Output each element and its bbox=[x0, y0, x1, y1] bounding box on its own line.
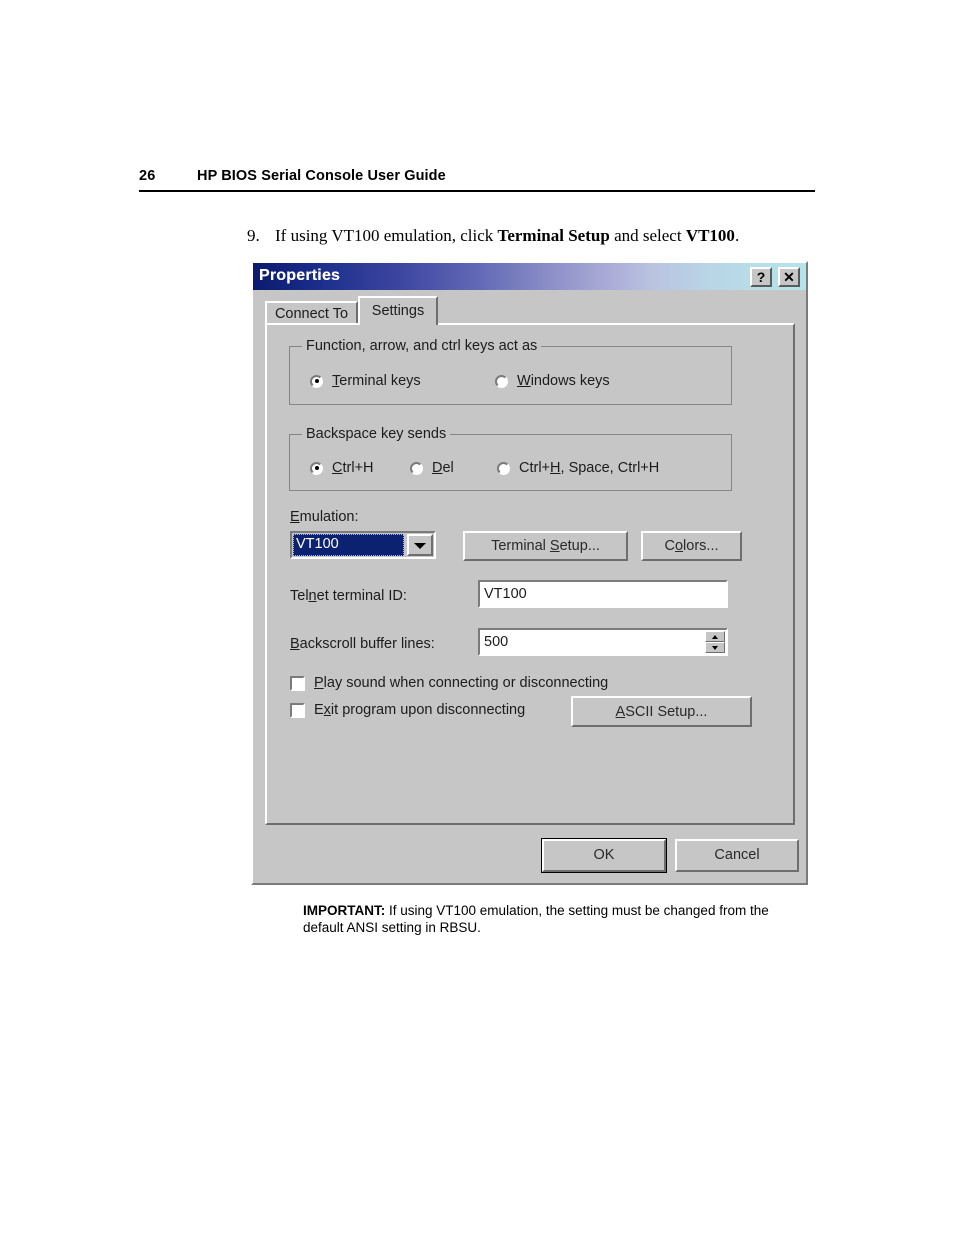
terminal-setup-button[interactable]: Terminal Setup... bbox=[463, 531, 628, 561]
page-number: 26 bbox=[139, 168, 156, 184]
tab-settings[interactable]: Settings bbox=[358, 296, 438, 325]
radio-unselected-icon bbox=[410, 461, 423, 475]
spinner-up-icon[interactable] bbox=[705, 631, 725, 642]
radio-ctrl-h-space-label: Ctrl+H, Space, Ctrl+H bbox=[519, 460, 659, 476]
help-icon[interactable]: ? bbox=[750, 267, 772, 287]
label-rest: indows keys bbox=[530, 373, 610, 389]
radio-windows-keys[interactable]: Windows keys bbox=[495, 373, 610, 389]
tab-connect-to[interactable]: Connect To bbox=[265, 301, 358, 325]
label-rest: erminal keys bbox=[339, 373, 421, 389]
label-pre: Ctrl+ bbox=[519, 460, 551, 476]
radio-windows-keys-label: Windows keys bbox=[517, 373, 610, 389]
step-text-3: . bbox=[734, 226, 740, 245]
telnet-terminal-id-input[interactable]: VT100 bbox=[478, 580, 728, 608]
accel-char: A bbox=[615, 704, 626, 720]
colors-button[interactable]: Colors... bbox=[641, 531, 742, 561]
label-pre: Terminal bbox=[491, 538, 550, 554]
label-rest: lors... bbox=[683, 538, 719, 554]
emulation-label: Emulation: bbox=[290, 509, 359, 525]
telnet-terminal-id-label: Telnet terminal ID: bbox=[290, 588, 407, 604]
properties-dialog: Properties ? ✕ Connect To Settings Funct… bbox=[251, 261, 808, 885]
checkbox-play-sound[interactable]: Play sound when connecting or disconnect… bbox=[290, 675, 608, 691]
dialog-title: Properties bbox=[259, 267, 341, 284]
accel-char: B bbox=[290, 636, 300, 652]
important-label: IMPORTANT: bbox=[303, 903, 386, 918]
radio-terminal-keys-label: Terminal keys bbox=[332, 373, 421, 389]
radio-del[interactable]: Del bbox=[410, 460, 454, 476]
settings-tab-panel: Function, arrow, and ctrl keys act as Te… bbox=[265, 323, 795, 825]
group-function-keys-legend: Function, arrow, and ctrl keys act as bbox=[302, 338, 542, 354]
step-paragraph: 9. If using VT100 emulation, click Termin… bbox=[247, 225, 807, 247]
label-rest: et terminal ID: bbox=[316, 588, 407, 604]
spinner-down-icon[interactable] bbox=[705, 642, 725, 653]
accel-char: n bbox=[308, 588, 317, 604]
group-backspace-legend: Backspace key sends bbox=[302, 426, 451, 442]
step-bold-vt100: VT100 bbox=[685, 226, 735, 245]
radio-unselected-icon bbox=[497, 461, 510, 475]
checkbox-unchecked-icon bbox=[290, 675, 305, 691]
label-rest: el bbox=[442, 460, 454, 476]
label-pre: Tel bbox=[290, 588, 309, 604]
radio-del-label: Del bbox=[432, 460, 454, 476]
label-rest: SCII Setup... bbox=[625, 704, 708, 720]
radio-ctrl-h-space-ctrl-h[interactable]: Ctrl+H, Space, Ctrl+H bbox=[497, 460, 659, 476]
backscroll-buffer-lines-input[interactable]: 500 bbox=[478, 628, 728, 656]
accel-char: E bbox=[290, 509, 300, 525]
group-backspace-key-sends: Backspace key sends Ctrl+H Del Ctrl+H, S… bbox=[289, 426, 732, 491]
label-rest: ackscroll buffer lines: bbox=[299, 636, 435, 652]
tab-strip: Connect To Settings bbox=[265, 296, 795, 325]
accel-char: D bbox=[432, 460, 443, 476]
label-pre: C bbox=[664, 538, 675, 554]
step-number: 9. bbox=[247, 226, 260, 245]
radio-selected-icon bbox=[310, 461, 323, 475]
step-bold-terminal-setup: Terminal Setup bbox=[497, 226, 610, 245]
group-function-keys: Function, arrow, and ctrl keys act as Te… bbox=[289, 338, 732, 405]
step-text-2: and select bbox=[609, 226, 686, 245]
radio-ctrl-h[interactable]: Ctrl+H bbox=[310, 460, 374, 476]
label-rest: lay sound when connecting or disconnecti… bbox=[323, 675, 609, 691]
chevron-down-icon[interactable] bbox=[407, 534, 433, 556]
accel-char: C bbox=[332, 460, 343, 476]
step-text-1: If using VT100 emulation, click bbox=[275, 226, 498, 245]
radio-terminal-keys[interactable]: Terminal keys bbox=[310, 373, 421, 389]
ok-button[interactable]: OK bbox=[541, 838, 667, 873]
checkbox-exit-program[interactable]: Exit program upon disconnecting bbox=[290, 702, 525, 718]
accel-char: P bbox=[314, 675, 324, 691]
label-rest: trl+H bbox=[342, 460, 374, 476]
emulation-selected-value: VT100 bbox=[293, 534, 404, 556]
label-rest: etup... bbox=[559, 538, 600, 554]
radio-unselected-icon bbox=[495, 374, 508, 388]
accel-char: H bbox=[550, 460, 561, 476]
important-note: IMPORTANT: If using VT100 emulation, the… bbox=[303, 902, 773, 936]
page-title: HP BIOS Serial Console User Guide bbox=[197, 168, 446, 184]
checkbox-exit-program-label: Exit program upon disconnecting bbox=[314, 702, 525, 718]
ascii-setup-button[interactable]: ASCII Setup... bbox=[571, 696, 752, 727]
emulation-combobox[interactable]: VT100 bbox=[290, 531, 436, 559]
label-rest: mulation: bbox=[299, 509, 359, 525]
accel-char: o bbox=[674, 538, 684, 554]
checkbox-play-sound-label: Play sound when connecting or disconnect… bbox=[314, 675, 608, 691]
cancel-button[interactable]: Cancel bbox=[675, 839, 799, 872]
backscroll-spinner[interactable] bbox=[705, 631, 725, 653]
accel-char: x bbox=[323, 702, 331, 718]
checkbox-unchecked-icon bbox=[290, 702, 305, 718]
radio-selected-icon bbox=[310, 374, 323, 388]
dialog-titlebar[interactable]: Properties ? ✕ bbox=[253, 263, 806, 290]
accel-char: S bbox=[549, 538, 560, 554]
radio-ctrl-h-label: Ctrl+H bbox=[332, 460, 374, 476]
header-divider bbox=[139, 190, 815, 192]
accel-char: W bbox=[517, 373, 531, 389]
backscroll-buffer-lines-label: Backscroll buffer lines: bbox=[290, 636, 435, 652]
close-icon[interactable]: ✕ bbox=[778, 267, 800, 287]
label-rest: it program upon disconnecting bbox=[330, 702, 526, 718]
label-rest: , Space, Ctrl+H bbox=[560, 460, 660, 476]
label-pre: E bbox=[314, 702, 324, 718]
backscroll-value: 500 bbox=[484, 634, 509, 650]
